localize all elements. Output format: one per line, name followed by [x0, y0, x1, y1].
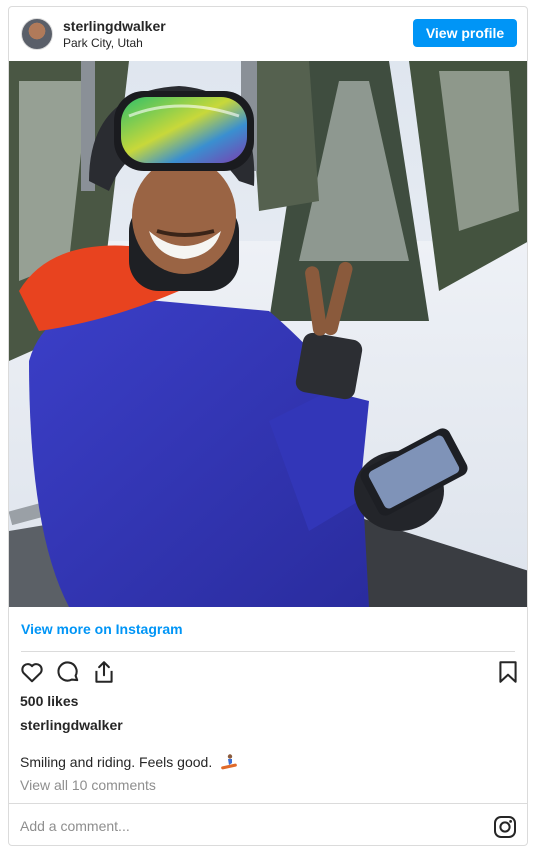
comment-icon[interactable]: [55, 659, 83, 687]
post-username[interactable]: sterlingdwalker: [63, 18, 166, 34]
snowboarder-emoji: [220, 753, 238, 774]
instagram-icon[interactable]: [493, 815, 517, 839]
heart-icon[interactable]: [19, 659, 47, 687]
avatar[interactable]: [21, 18, 53, 50]
view-more-link[interactable]: View more on Instagram: [21, 621, 183, 637]
post-photo-image: [9, 61, 527, 607]
instagram-embed-card: sterlingdwalker Park City, Utah View pro…: [8, 6, 528, 846]
divider: [21, 651, 515, 652]
divider: [9, 803, 527, 804]
post-header: sterlingdwalker Park City, Utah View pro…: [9, 7, 527, 61]
caption: Smiling and riding. Feels good.: [20, 753, 238, 774]
post-photo[interactable]: [9, 61, 527, 607]
post-location[interactable]: Park City, Utah: [63, 36, 143, 50]
share-icon[interactable]: [91, 659, 119, 687]
likes-count[interactable]: 500 likes: [20, 693, 78, 709]
bookmark-icon[interactable]: [495, 659, 523, 687]
action-bar: [19, 659, 519, 689]
caption-username[interactable]: sterlingdwalker: [20, 717, 123, 733]
add-comment-input[interactable]: [20, 815, 420, 837]
caption-text: Smiling and riding. Feels good.: [20, 754, 213, 771]
view-profile-button[interactable]: View profile: [413, 19, 517, 47]
view-comments-link[interactable]: View all 10 comments: [20, 777, 156, 793]
